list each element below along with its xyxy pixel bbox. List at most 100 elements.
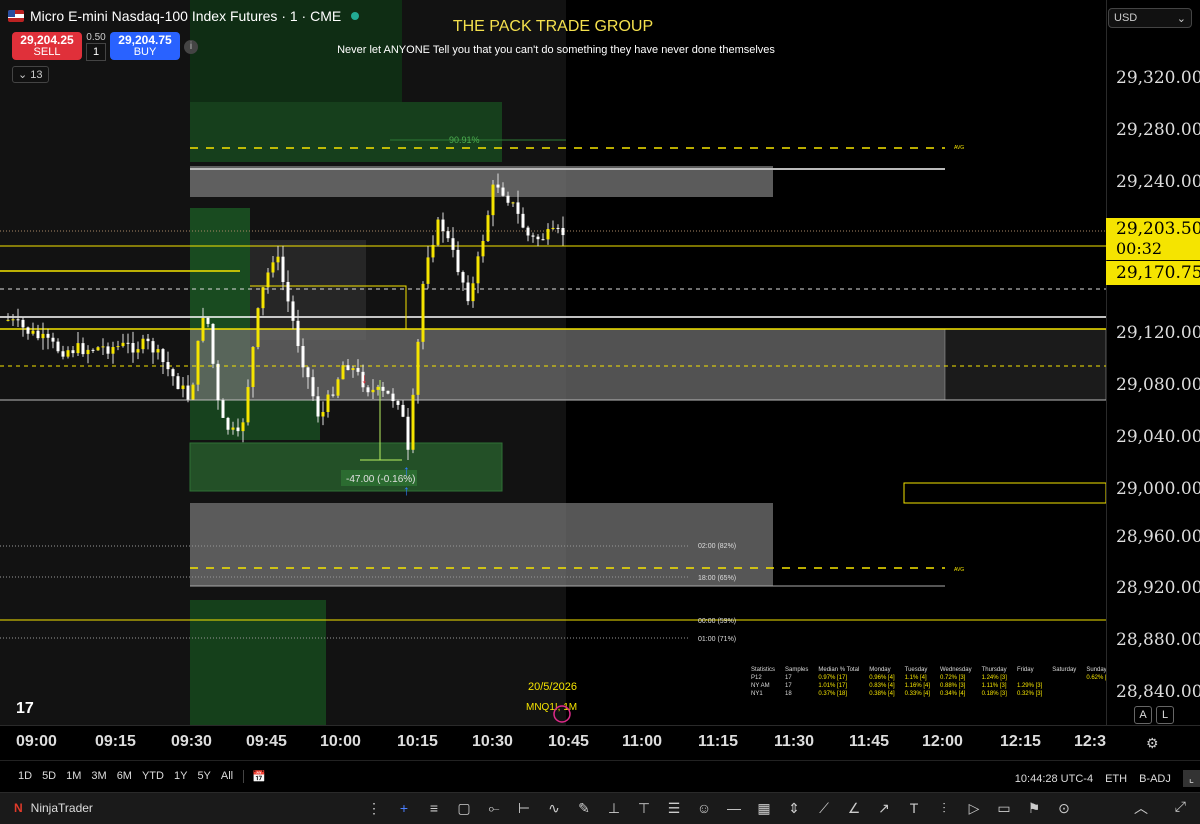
range-1y[interactable]: 1Y [174,770,187,783]
current-price: 29,203.50 [1116,219,1200,239]
stats-header-cell: Monday [869,667,891,673]
time-label: 11:15 [698,733,739,750]
stats-cell [1082,691,1106,697]
adjust-toggle[interactable]: B-ADJ [1139,773,1171,785]
brush-icon[interactable]: ✎ [572,797,596,819]
range-5d[interactable]: 5D [42,770,56,783]
price-label: 29,080.00 [1116,375,1200,395]
candle-body [286,281,290,302]
candle-body [156,349,160,353]
current-price-tag: 29,203.50 00:32 [1106,218,1200,260]
indicators-toggle[interactable]: ⌄ 13 [12,66,49,83]
price-axis[interactable] [1106,0,1200,725]
candle-body [396,401,400,405]
drag-handle-icon[interactable]: ⋮ [362,797,386,819]
candle-body [431,244,435,258]
flag-icon[interactable]: ⚑ [1022,797,1046,819]
time-label: 12:3 [1074,733,1107,750]
rectangle-icon[interactable]: ▢ [452,797,476,819]
candle-body [291,301,295,321]
maximize-panel-icon[interactable]: ⤢ [1175,798,1186,815]
stats-cell: 0.72% [3] [940,675,966,681]
range-3m[interactable]: 3M [91,770,106,783]
candle-body [521,213,525,228]
candle-body [61,351,65,357]
candle-body [366,387,370,393]
chart-pane[interactable]: 90.91% AVG AVG -47.00 (-0.16%) 02:00 (82… [0,0,1106,725]
chevron-up-icon[interactable]: ︿ [1134,798,1148,818]
horizontal-line-icon[interactable]: — [722,797,746,819]
stats-cell [1048,683,1080,689]
candle-body [131,343,135,353]
candle-body [171,369,175,377]
level-box [903,482,1106,504]
range-1m[interactable]: 1M [66,770,81,783]
candle-body [11,319,15,321]
chart-canvas[interactable]: 90.91% AVG AVG -47.00 (-0.16%) 02:00 (82… [0,0,1106,725]
grid-icon[interactable]: ▦ [752,797,776,819]
stats-cell: 0.37% [18] [818,691,848,697]
candle-body [256,308,260,348]
fib-icon[interactable]: ⊥ [602,797,626,819]
time-label: 10:15 [397,733,438,750]
angle-icon[interactable]: ∠ [842,797,866,819]
range-all[interactable]: All [221,770,233,783]
text-icon[interactable]: T [902,797,926,819]
time-label: 11:45 [849,733,890,750]
price-label: 29,040.00 [1116,427,1200,447]
stats-cell: 0.18% [3] [981,691,1007,697]
price-label: 28,960.00 [1116,527,1200,547]
volume-profile-icon[interactable]: ⫶ [932,797,956,819]
candle-body [511,202,515,204]
range-ytd[interactable]: YTD [142,770,164,783]
time-label: 11:00 [622,733,663,750]
auto-scale-button[interactable]: A [1134,706,1152,724]
price-label: 28,880.00 [1116,630,1200,650]
stats-header-cell: Median % Total [818,667,860,673]
emoji-icon[interactable]: ☺ [692,797,716,819]
candle-body [36,330,40,339]
pitchfork-icon[interactable]: ☰ [662,797,686,819]
log-scale-button[interactable]: L [1156,706,1174,724]
trendline-icon[interactable]: ⟋ [812,797,836,819]
tradingview-logo-icon[interactable]: 17 [16,700,34,718]
candle-body [486,215,490,242]
candle-body [151,341,155,353]
clock[interactable]: 10:44:28 UTC-4 [1015,773,1093,785]
callout-icon[interactable]: ▭ [992,797,1016,819]
ninjatrader-logo[interactable]: N NinjaTrader [14,801,93,815]
vertical-line-icon[interactable]: ⇕ [782,797,806,819]
crosshair-icon[interactable]: + [392,797,416,819]
range-6m[interactable]: 6M [117,770,132,783]
target-icon[interactable]: ⊙ [1052,797,1076,819]
candle-body [221,400,225,418]
candle-body [376,386,380,390]
candle-body [526,227,530,236]
path-icon[interactable]: ∿ [542,797,566,819]
candle-body [466,282,470,302]
candle-body [56,341,60,352]
range-5y[interactable]: 5Y [197,770,210,783]
ray-icon[interactable]: ⟜ [482,797,506,819]
measure-icon[interactable]: ⊢ [512,797,536,819]
candle-body [231,427,235,430]
arrow-icon[interactable]: ↗ [872,797,896,819]
price-label: 28,920.00 [1116,578,1200,598]
play-icon[interactable]: ▷ [962,797,986,819]
settings-gear-icon[interactable]: ⚙ [1146,735,1159,752]
candle-body [121,342,125,347]
session-toggle[interactable]: ETH [1105,773,1127,785]
avg-label: AVG [954,145,964,151]
maximize-icon[interactable]: ⌞ [1182,770,1200,787]
candle-body [316,396,320,417]
stats-cell [1048,691,1080,697]
stats-cell: 0.96% [4] [869,675,895,681]
volume-zone [190,600,326,725]
lines-icon[interactable]: ≡ [422,797,446,819]
date-range-icon[interactable]: 📅 [243,770,266,783]
text-note-icon[interactable]: ⊤ [632,797,656,819]
currency-select[interactable]: USD ⌄ [1108,8,1192,28]
candle-body [321,412,325,417]
candle-body [546,229,550,240]
range-1d[interactable]: 1D [18,770,32,783]
